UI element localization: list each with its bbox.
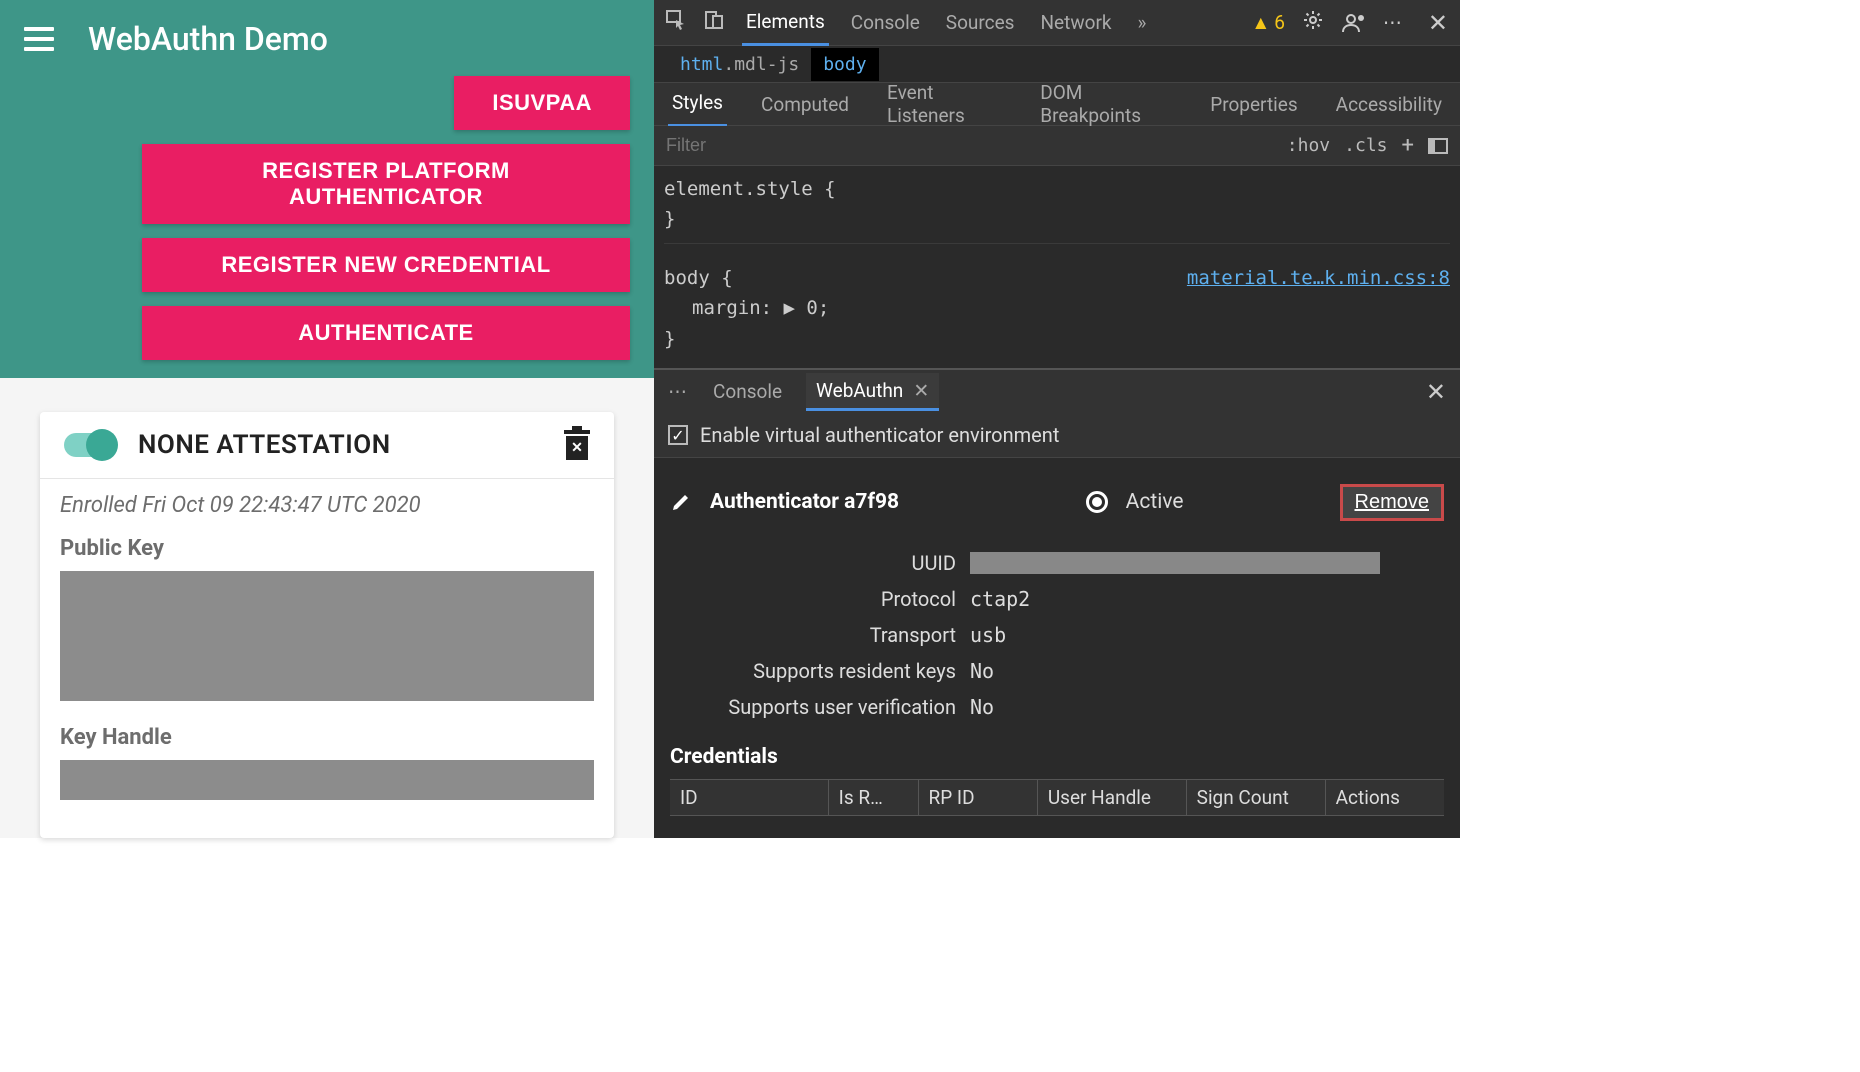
col-sign-count[interactable]: Sign Count [1187, 780, 1326, 815]
drawer-close-icon[interactable]: ✕ [1426, 378, 1446, 406]
attestation-card: NONE ATTESTATION ✕ Enrolled Fri Oct 09 2… [40, 412, 614, 838]
resident-keys-value: No [970, 659, 994, 683]
remove-button[interactable]: Remove [1340, 484, 1444, 521]
tab-console[interactable]: Console [847, 1, 924, 44]
register-platform-button[interactable]: REGISTER PLATFORM AUTHENTICATOR [142, 144, 630, 224]
attestation-title: NONE ATTESTATION [138, 430, 542, 460]
drawer-tab-console[interactable]: Console [709, 370, 786, 413]
authenticator-name: Authenticator a7f98 [710, 490, 899, 514]
app-header: WebAuthn Demo ISUVPAA REGISTER PLATFORM … [0, 0, 654, 378]
active-label: Active [1126, 490, 1184, 514]
kebab-icon[interactable]: ⋯ [1383, 11, 1404, 34]
account-icon[interactable] [1341, 12, 1365, 34]
credentials-table-header: ID Is R… RP ID User Handle Sign Count Ac… [670, 779, 1444, 816]
drawer-tab-webauthn-label: WebAuthn [816, 379, 903, 402]
styles-subtabs: Styles Computed Event Listeners DOM Brea… [654, 82, 1460, 126]
margin-declaration[interactable]: margin: ▶ 0; [664, 293, 1450, 323]
user-verification-label: Supports user verification [670, 695, 970, 719]
protocol-label: Protocol [670, 587, 970, 611]
col-user-handle[interactable]: User Handle [1038, 780, 1187, 815]
styles-filter-row: :hov .cls + [654, 126, 1460, 166]
public-key-label: Public Key [60, 536, 594, 561]
devtools-pane: Elements Console Sources Network » ▲ 6 ⋯… [654, 0, 1460, 838]
trash-icon[interactable]: ✕ [564, 430, 590, 460]
tab-sources[interactable]: Sources [942, 1, 1019, 44]
protocol-value: ctap2 [970, 587, 1030, 611]
device-icon[interactable] [704, 10, 724, 35]
transport-label: Transport [670, 623, 970, 647]
register-new-credential-button[interactable]: REGISTER NEW CREDENTIAL [142, 238, 630, 292]
subtab-computed[interactable]: Computed [757, 83, 853, 126]
close-icon[interactable]: ✕ [1428, 9, 1448, 37]
credentials-title: Credentials [670, 745, 1444, 769]
col-id[interactable]: ID [670, 780, 829, 815]
gear-icon[interactable] [1303, 10, 1323, 35]
subtab-accessibility[interactable]: Accessibility [1332, 83, 1446, 126]
tab-elements[interactable]: Elements [742, 0, 829, 46]
enable-virtual-auth-label: Enable virtual authenticator environment [700, 423, 1059, 447]
inspect-icon[interactable] [666, 10, 686, 35]
body-rule[interactable]: material.te…k.min.css:8 body { [664, 263, 1450, 293]
source-link[interactable]: material.te…k.min.css:8 [1187, 263, 1450, 293]
drawer-menu-icon[interactable]: ⋯ [668, 380, 689, 403]
uuid-label: UUID [670, 551, 970, 575]
key-handle-label: Key Handle [60, 725, 594, 750]
drawer-tab-webauthn[interactable]: WebAuthn ✕ [806, 373, 939, 411]
tabs-overflow[interactable]: » [1134, 1, 1151, 44]
styles-filter-input[interactable] [666, 135, 1273, 156]
demo-app-pane: WebAuthn Demo ISUVPAA REGISTER PLATFORM … [0, 0, 654, 838]
new-style-rule-icon[interactable]: + [1402, 133, 1414, 158]
user-verification-value: No [970, 695, 994, 719]
resident-keys-label: Supports resident keys [670, 659, 970, 683]
hov-toggle[interactable]: :hov [1287, 135, 1330, 156]
subtab-properties[interactable]: Properties [1206, 83, 1301, 126]
drawer-tabs: ⋯ Console WebAuthn ✕ ✕ [654, 368, 1460, 414]
css-pane: element.style { } material.te…k.min.css:… [654, 166, 1460, 362]
css-brace: } [664, 204, 1450, 234]
toggle-sidebar-icon[interactable] [1428, 138, 1448, 154]
attestation-toggle[interactable] [64, 433, 116, 457]
devtools-top-bar: Elements Console Sources Network » ▲ 6 ⋯… [654, 0, 1460, 46]
transport-value: usb [970, 623, 1006, 647]
key-handle-value [60, 760, 594, 800]
css-brace: } [664, 324, 1450, 354]
authenticate-button[interactable]: AUTHENTICATE [142, 306, 630, 360]
enrolled-text: Enrolled Fri Oct 09 22:43:47 UTC 2020 [60, 493, 594, 518]
uuid-value [970, 552, 1380, 574]
breadcrumb-html[interactable]: html.mdl-js [668, 48, 811, 81]
col-is-resident[interactable]: Is R… [829, 780, 919, 815]
cls-toggle[interactable]: .cls [1344, 135, 1387, 156]
authenticator-section: Authenticator a7f98 Active Remove UUID P… [654, 458, 1460, 826]
pencil-icon[interactable] [670, 491, 692, 513]
col-rp-id[interactable]: RP ID [919, 780, 1038, 815]
isuvpaa-button[interactable]: ISUVPAA [454, 76, 630, 130]
app-title: WebAuthn Demo [88, 20, 328, 58]
public-key-value [60, 571, 594, 701]
enable-virtual-auth-row: ✓ Enable virtual authenticator environme… [654, 414, 1460, 458]
tab-network[interactable]: Network [1036, 1, 1115, 44]
warning-badge[interactable]: ▲ 6 [1251, 11, 1285, 35]
menu-icon[interactable] [24, 27, 54, 51]
element-style-rule[interactable]: element.style { [664, 174, 1450, 204]
enable-virtual-auth-checkbox[interactable]: ✓ [668, 425, 688, 445]
subtab-styles[interactable]: Styles [668, 81, 727, 127]
close-tab-icon[interactable]: ✕ [913, 379, 929, 402]
col-actions[interactable]: Actions [1326, 780, 1444, 815]
active-radio[interactable] [1086, 491, 1108, 513]
breadcrumb-body[interactable]: body [811, 48, 878, 81]
warning-count: 6 [1274, 11, 1285, 34]
